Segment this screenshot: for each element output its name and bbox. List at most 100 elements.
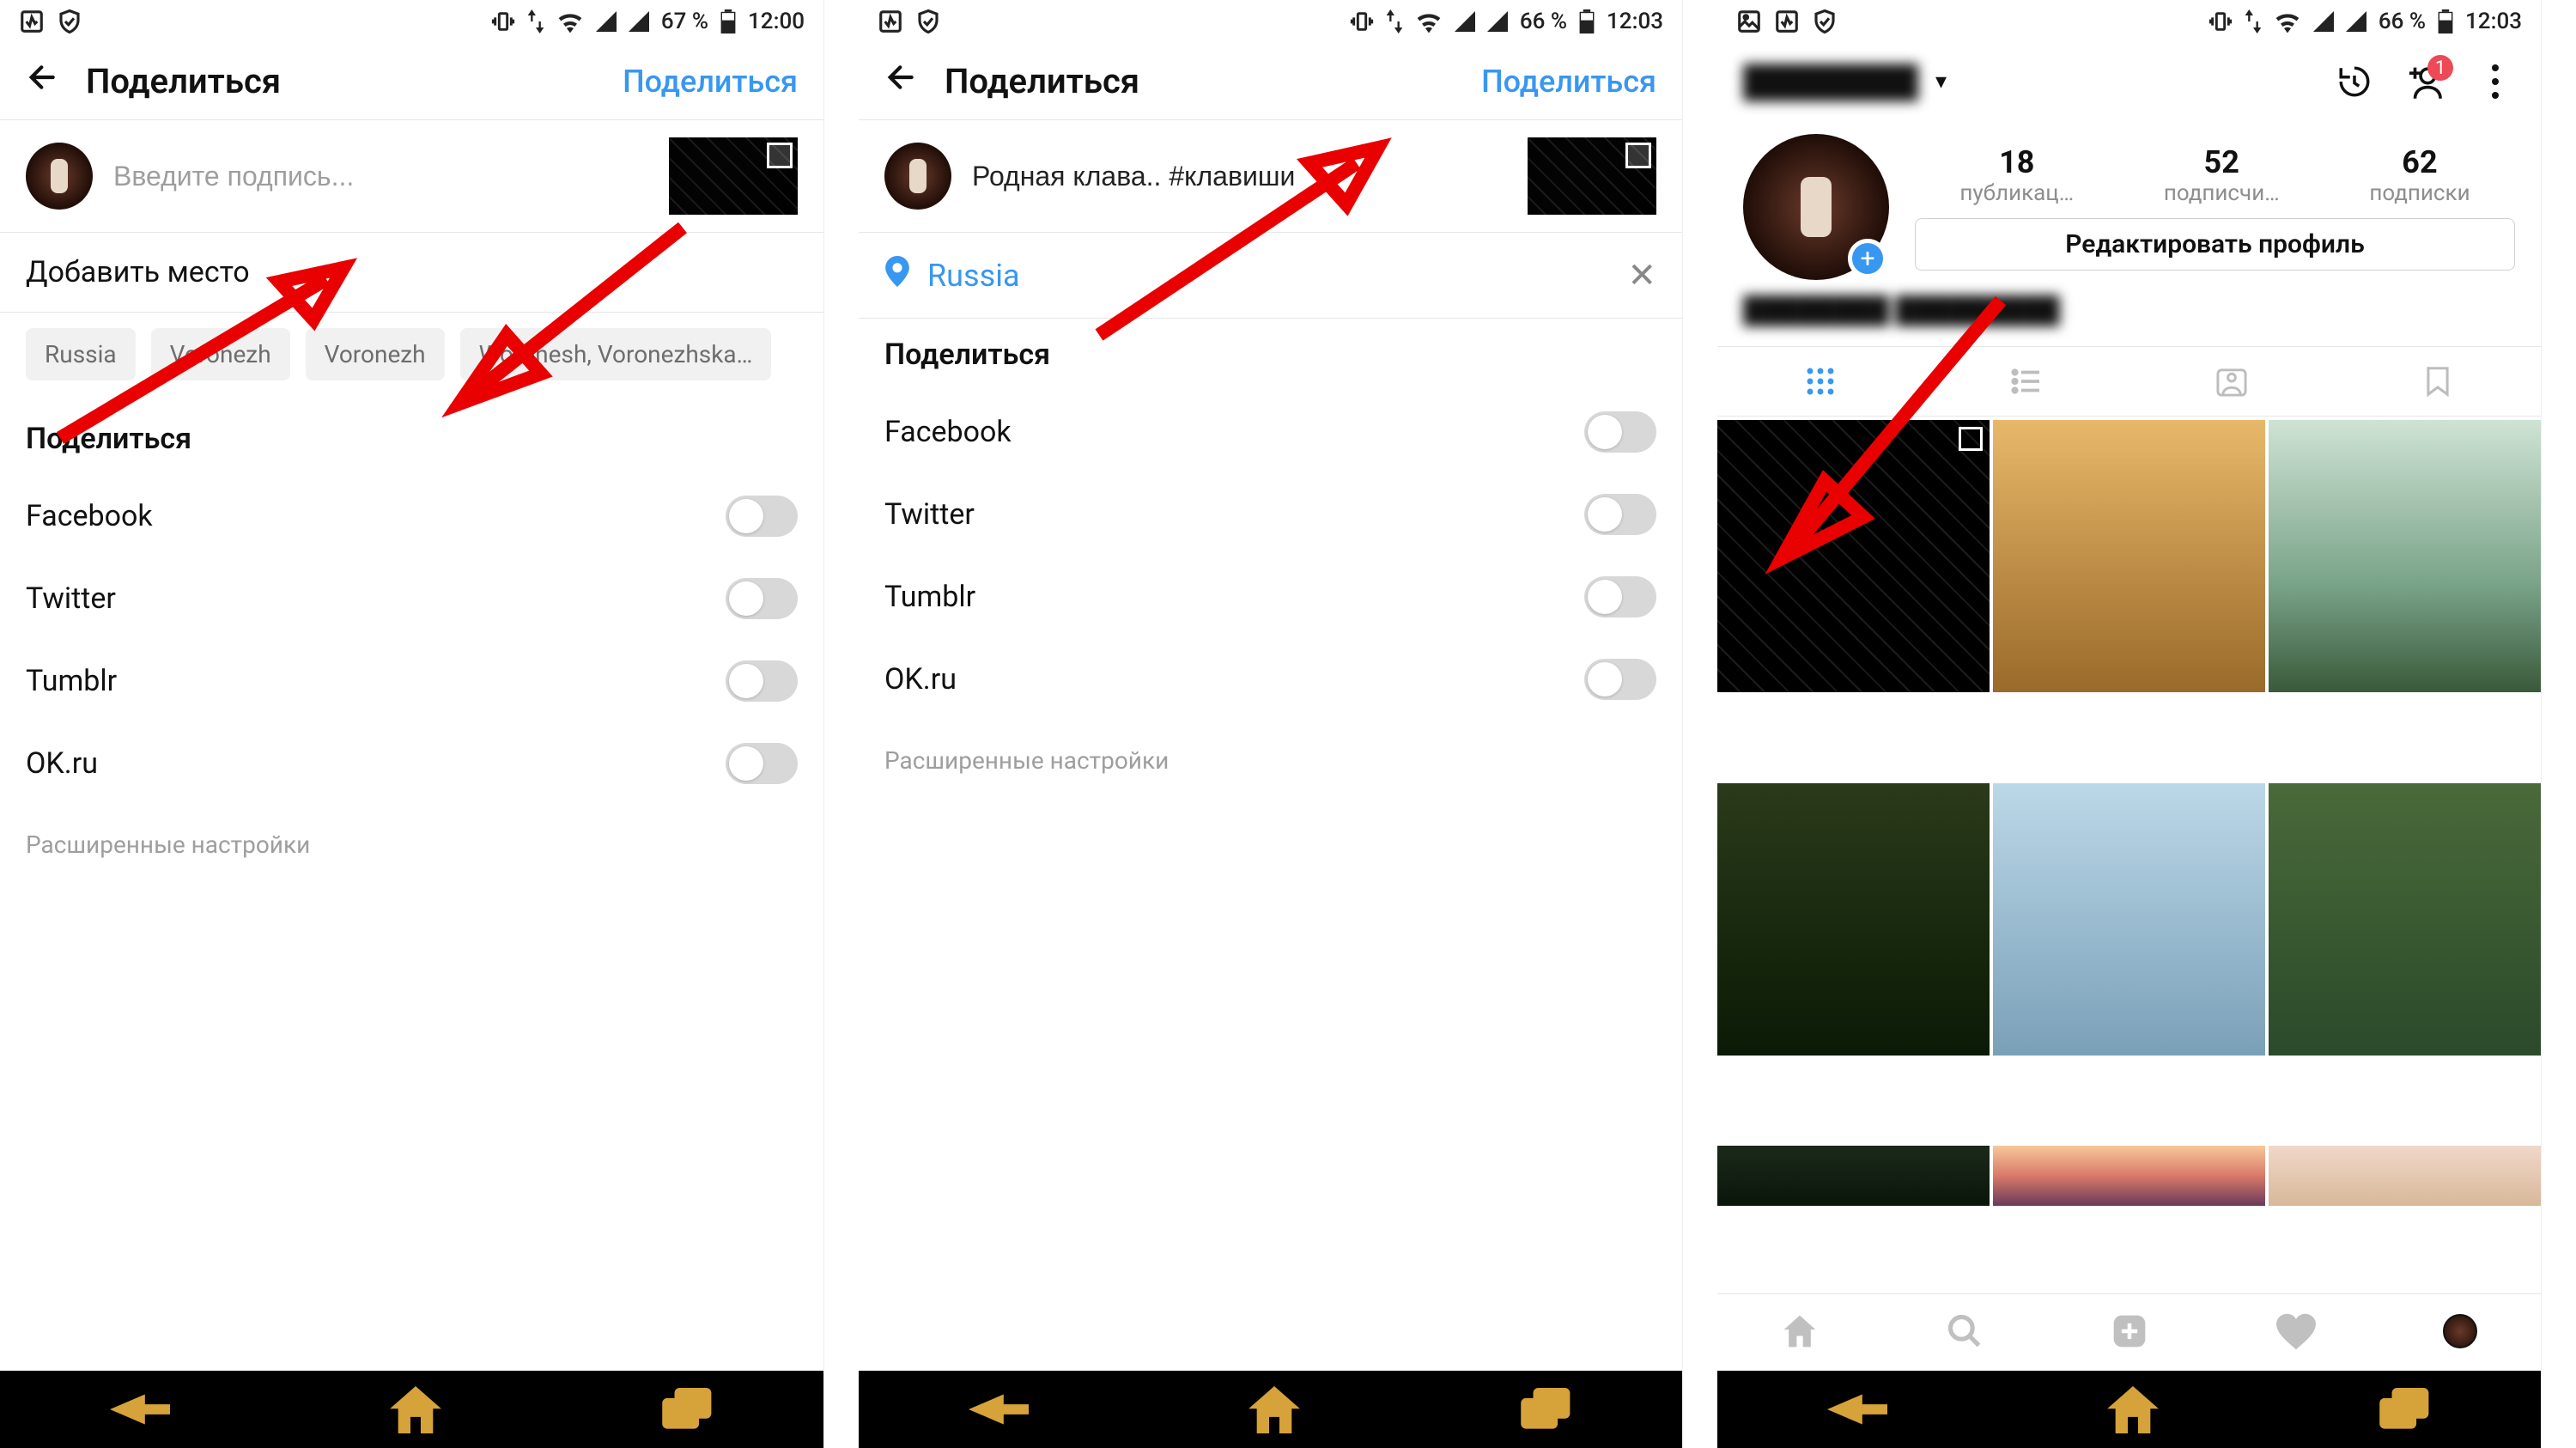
chevron-down-icon[interactable]: ▾: [1935, 69, 1947, 94]
discover-people-icon[interactable]: 1: [2405, 62, 2445, 101]
stat-following[interactable]: 62 подписки: [2369, 144, 2470, 206]
android-recent-icon[interactable]: [1521, 1388, 1572, 1431]
android-nav-bar: [859, 1371, 1682, 1448]
posts-grid: [1717, 417, 2541, 1293]
status-bar: 66 % 12:03: [859, 0, 1682, 43]
toggle-okru[interactable]: [726, 743, 798, 784]
add-location-row[interactable]: Добавить место: [0, 233, 823, 313]
post-cell[interactable]: [1717, 783, 1990, 1056]
share-okru: OK.ru: [0, 722, 823, 805]
toggle-twitter[interactable]: [726, 578, 798, 619]
social-label: OK.ru: [26, 746, 98, 781]
android-nav-bar: [0, 1371, 823, 1448]
android-back-icon[interactable]: [110, 1388, 170, 1431]
location-chips: Russia Voronezh Voronezh Woronesh, Voron…: [0, 313, 823, 403]
toggle-facebook[interactable]: [1584, 411, 1656, 453]
location-selected-row[interactable]: Russia ✕: [859, 233, 1682, 319]
add-story-icon[interactable]: +: [1848, 239, 1887, 278]
signal-icon: [2313, 11, 2334, 32]
tab-saved[interactable]: [2335, 347, 2541, 416]
toggle-facebook[interactable]: [726, 496, 798, 537]
post-thumbnail[interactable]: [1528, 137, 1656, 215]
toggle-tumblr[interactable]: [726, 660, 798, 702]
data-icon: [2245, 9, 2262, 33]
battery-icon: [1579, 9, 1595, 33]
nav-activity-icon[interactable]: [2276, 1312, 2316, 1354]
post-cell[interactable]: [1993, 1146, 2265, 1206]
post-cell[interactable]: [2269, 783, 2541, 1056]
location-chip[interactable]: Russia: [26, 328, 136, 380]
profile-avatar[interactable]: +: [1743, 134, 1889, 280]
nav-search-icon[interactable]: [1946, 1312, 1984, 1354]
clear-location-icon[interactable]: ✕: [1627, 255, 1656, 295]
signal-icon-2: [1487, 11, 1508, 32]
share-action[interactable]: Поделиться: [623, 64, 798, 100]
tab-list[interactable]: [1923, 347, 2129, 416]
user-avatar[interactable]: [884, 143, 951, 210]
android-home-icon[interactable]: [2107, 1386, 2159, 1433]
post-thumbnail[interactable]: [669, 137, 798, 215]
stat-followers[interactable]: 52 подписчи…: [2164, 144, 2280, 206]
nav-add-icon[interactable]: [2111, 1312, 2148, 1354]
post-cell[interactable]: [1993, 783, 2265, 1056]
signal-icon: [1455, 11, 1475, 32]
stat-label: подписки: [2369, 180, 2470, 206]
multi-photo-icon: [1625, 143, 1651, 168]
clock-time: 12:03: [2465, 9, 2522, 34]
display-name: ████████ █████████: [1717, 289, 2541, 346]
android-nav-bar: [1717, 1371, 2541, 1448]
share-action[interactable]: Поделиться: [1481, 64, 1656, 100]
back-arrow-icon[interactable]: [26, 59, 60, 104]
activity-icon: [878, 9, 903, 34]
post-cell[interactable]: [2269, 1146, 2541, 1206]
activity-icon: [19, 9, 45, 34]
battery-icon: [720, 9, 736, 33]
share-twitter: Twitter: [0, 557, 823, 640]
archive-icon[interactable]: [2335, 62, 2374, 101]
menu-icon[interactable]: [2476, 62, 2515, 101]
caption-input[interactable]: [972, 161, 1507, 192]
username[interactable]: ████████: [1743, 64, 1918, 100]
android-recent-icon[interactable]: [662, 1388, 714, 1431]
share-facebook: Facebook: [859, 391, 1682, 473]
post-cell[interactable]: [1717, 420, 1990, 692]
advanced-settings[interactable]: Расширенные настройки: [859, 721, 1682, 800]
post-cell[interactable]: [1717, 1146, 1990, 1206]
advanced-settings[interactable]: Расширенные настройки: [0, 805, 823, 885]
data-icon: [1386, 9, 1403, 33]
toggle-tumblr[interactable]: [1584, 576, 1656, 618]
status-bar: 67 % 12:00: [0, 0, 823, 43]
android-back-icon[interactable]: [1827, 1388, 1887, 1431]
caption-input[interactable]: [113, 161, 648, 192]
stat-posts[interactable]: 18 публикац…: [1959, 144, 2074, 206]
android-home-icon[interactable]: [390, 1386, 441, 1433]
battery-percent: 66 %: [1520, 9, 1567, 34]
nav-profile-icon[interactable]: [2443, 1314, 2477, 1352]
back-arrow-icon[interactable]: [884, 59, 919, 104]
post-cell[interactable]: [2269, 420, 2541, 692]
location-chip[interactable]: Voronezh: [151, 328, 290, 380]
nav-home-icon[interactable]: [1781, 1312, 1819, 1354]
battery-percent: 67 %: [661, 9, 708, 34]
android-recent-icon[interactable]: [2379, 1388, 2431, 1431]
tab-tagged[interactable]: [2129, 347, 2336, 416]
toggle-twitter[interactable]: [1584, 494, 1656, 535]
app-header: Поделиться Поделиться: [859, 43, 1682, 120]
battery-icon: [2438, 9, 2453, 33]
social-label: Twitter: [26, 581, 116, 616]
data-icon: [527, 9, 544, 33]
toggle-okru[interactable]: [1584, 659, 1656, 700]
location-chip[interactable]: Woronesh, Voronezhska…: [460, 328, 772, 380]
user-avatar[interactable]: [26, 143, 93, 210]
stat-number: 52: [2164, 144, 2280, 180]
location-chip[interactable]: Voronezh: [306, 328, 445, 380]
phone-profile: 66 % 12:03 ████████ ▾ 1 +: [1717, 0, 2542, 1448]
post-cell[interactable]: [1993, 420, 2265, 692]
stat-label: подписчи…: [2164, 180, 2280, 206]
android-back-icon[interactable]: [969, 1388, 1029, 1431]
edit-profile-button[interactable]: Редактировать профиль: [1915, 218, 2515, 271]
share-tumblr: Tumblr: [0, 640, 823, 722]
profile-tabs: [1717, 346, 2541, 417]
tab-grid[interactable]: [1717, 347, 1923, 416]
android-home-icon[interactable]: [1249, 1386, 1300, 1433]
